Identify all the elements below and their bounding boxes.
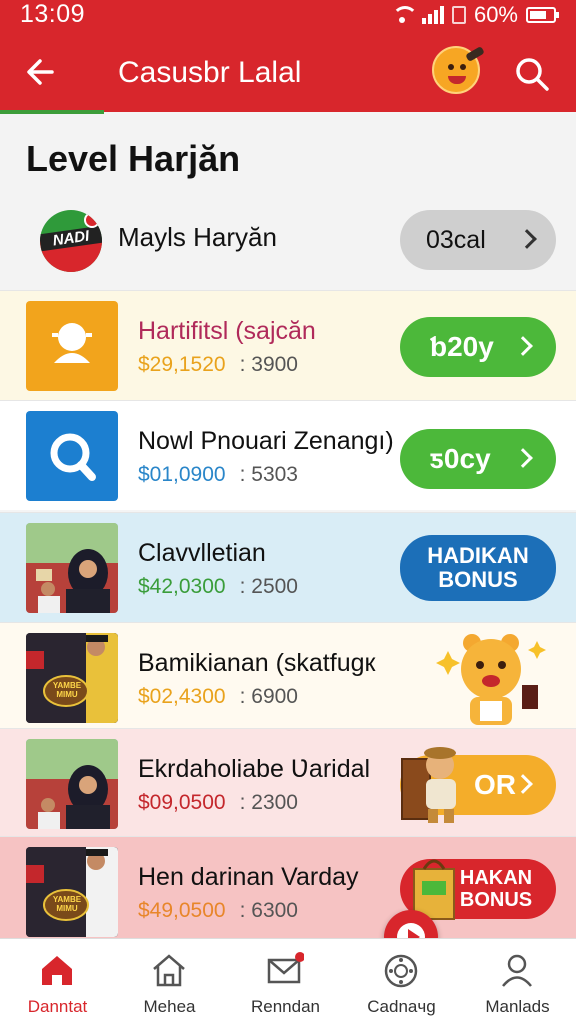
item-title: Bamikianan (skatfugк <box>138 649 376 677</box>
item-photo: YAMBE MIMU <box>26 633 118 723</box>
item-title: Ekrdaholiabe Ʋaridal <box>138 755 371 783</box>
item-stats: $01,0900: 5303 <box>138 463 298 486</box>
chevron-right-icon <box>513 336 533 356</box>
item-title: Hen darinan Varday <box>138 863 359 891</box>
mascot-icon[interactable] <box>432 46 485 94</box>
item-title: Nowl Pnouari Zenangı) <box>138 427 394 455</box>
status-icons: 60% <box>390 2 559 28</box>
wifi-icon <box>390 6 418 24</box>
dial-icon <box>384 954 418 988</box>
sim-icon <box>451 6 466 24</box>
section-title: Level Harjăn <box>26 138 241 179</box>
level-button[interactable]: 03cal <box>400 210 556 270</box>
level-section: Level Harjăn NADI Mayls Haryăn 03cal <box>0 114 576 290</box>
app-header: Casusbr Lalal <box>0 38 576 110</box>
page-title: Casusbr Lalal <box>118 56 302 89</box>
level-button-label: 03cal <box>426 226 486 254</box>
item-stats: $42,0300: 2500 <box>138 575 298 598</box>
nav-item-renndan[interactable]: Renndan <box>228 939 343 1024</box>
trophy-icon <box>26 301 118 391</box>
chevron-right-icon <box>513 774 533 794</box>
item-stats: $09,0500: 2300 <box>138 791 298 814</box>
item-stats: $02,4300: 6900 <box>138 685 298 708</box>
list-item[interactable]: YAMBE MIMU Bamikianan (skatfugк $02,4300… <box>0 622 576 732</box>
list-item[interactable]: YAMBE MIMU Hen darinan Varday $49,0500: … <box>0 836 576 940</box>
nav-item-mehea[interactable]: Mehea <box>112 939 227 1024</box>
magnifier-icon <box>26 411 118 501</box>
list-item[interactable]: Clavvlletian $42,0300: 2500 HADIKAN BONU… <box>0 512 576 622</box>
bottom-nav: Danntat Mehea Renndan Cadnaчg Manlads <box>0 938 576 1024</box>
battery-icon <box>526 7 559 23</box>
battery-percent: 60% <box>473 2 518 27</box>
action-button[interactable]: ƽ0cy <box>400 429 556 489</box>
back-arrow-icon[interactable] <box>22 52 62 92</box>
item-title: Hartifitsl (sajcăn <box>138 317 316 345</box>
item-photo: YAMBE MIMU <box>26 847 118 937</box>
item-photo <box>26 523 118 613</box>
list-item[interactable]: Ekrdaholiabe Ʋaridal $09,0500: 2300 OR <box>0 728 576 838</box>
item-stats: $49,0500: 6300 <box>138 899 298 922</box>
user-logo: NADI <box>40 210 102 272</box>
nav-item-home[interactable]: Danntat <box>0 939 115 1024</box>
status-time: 13:09 <box>20 0 86 28</box>
bear-mascot-icon[interactable] <box>436 629 550 727</box>
bonus-button[interactable]: HADIKAN BONUS <box>400 535 556 601</box>
list-item[interactable]: Nowl Pnouari Zenangı) $01,0900: 5303 ƽ0c… <box>0 400 576 510</box>
chevron-right-icon <box>517 229 537 249</box>
doorman-mascot-icon <box>401 747 456 823</box>
item-photo <box>26 739 118 829</box>
mail-icon <box>267 952 304 984</box>
search-icon[interactable] <box>514 56 550 92</box>
chevron-right-icon <box>513 448 533 468</box>
user-icon <box>502 954 532 987</box>
nav-item-manlads[interactable]: Manlads <box>460 939 575 1024</box>
house-icon <box>153 954 185 987</box>
action-button[interactable]: ƅ20y <box>400 317 556 377</box>
nav-item-cadnag[interactable]: Cadnaчg <box>344 939 459 1024</box>
top-bar: 13:09 60% Casusbr Lalal <box>0 0 576 112</box>
item-title: Clavvlletian <box>138 539 266 567</box>
user-name: Mayls Haryăn <box>118 222 277 252</box>
list-item[interactable]: Hartifitsl (sajcăn $29,1520: 3900 ƅ20y <box>0 290 576 400</box>
signal-icon <box>421 6 444 24</box>
item-stats: $29,1520: 3900 <box>138 353 298 376</box>
close-badge-icon <box>84 212 100 228</box>
home-icon <box>42 956 72 985</box>
status-bar: 13:09 60% <box>0 0 576 30</box>
